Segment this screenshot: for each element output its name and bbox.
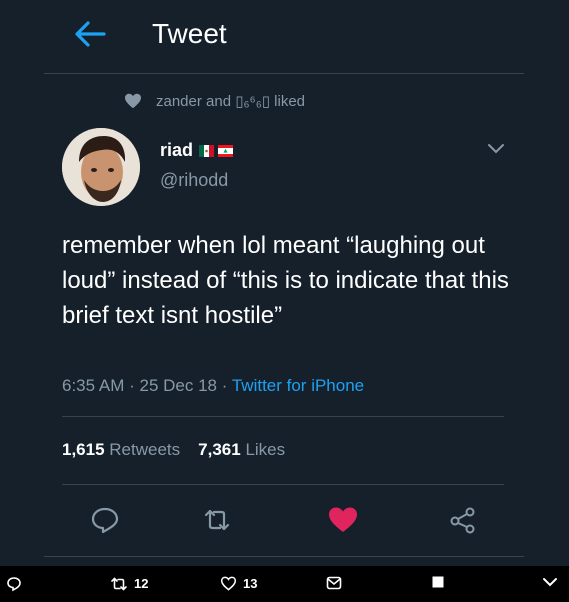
square-icon bbox=[432, 576, 444, 588]
tweet-text: remember when lol meant “laughing out lo… bbox=[62, 232, 509, 329]
bottom-retweet-button[interactable]: 12 bbox=[110, 576, 148, 591]
header: Tweet bbox=[0, 0, 569, 70]
share-icon[interactable] bbox=[448, 506, 478, 534]
reply-icon[interactable] bbox=[90, 506, 120, 534]
bottom-like-count: 13 bbox=[243, 576, 258, 591]
social-context: zander and ▯₆⁶₆▯ liked bbox=[124, 90, 305, 112]
avatar-image bbox=[62, 128, 140, 206]
stats-divider bbox=[62, 484, 504, 485]
heart-outline-icon bbox=[220, 576, 237, 591]
author-name: riad bbox=[160, 140, 194, 160]
likes-stat[interactable]: 7,361 Likes bbox=[198, 438, 285, 462]
lebanon-flag-icon bbox=[218, 144, 234, 157]
likes-count: 7,361 bbox=[198, 440, 241, 459]
meta-separator: · bbox=[129, 376, 135, 395]
tweet-source-link[interactable]: Twitter for iPhone bbox=[232, 376, 364, 395]
actions-divider bbox=[44, 556, 524, 557]
avatar[interactable] bbox=[62, 128, 140, 206]
reply-icon bbox=[7, 577, 21, 592]
retweets-label: Retweets bbox=[109, 440, 181, 459]
page-title: Tweet bbox=[152, 18, 227, 49]
header-divider bbox=[44, 73, 524, 74]
bottom-reply-button[interactable] bbox=[6, 576, 28, 592]
author-handle: @rihodd bbox=[160, 170, 229, 190]
retweets-count: 1,615 bbox=[62, 440, 105, 459]
author-name-row[interactable]: riad bbox=[160, 140, 237, 161]
tweet-date: 25 Dec 18 bbox=[139, 376, 218, 395]
tweet-stats: 1,615 Retweets 7,361 Likes bbox=[62, 438, 285, 462]
bottom-chevron-button[interactable] bbox=[542, 576, 564, 588]
chevron-down-icon bbox=[543, 578, 557, 587]
meta-separator: · bbox=[221, 376, 228, 395]
mexico-flag-icon bbox=[199, 144, 215, 157]
envelope-icon bbox=[326, 576, 342, 590]
back-arrow-icon[interactable] bbox=[72, 16, 108, 52]
meta-divider bbox=[62, 416, 504, 417]
social-context-text: zander and ▯₆⁶₆▯ liked bbox=[156, 93, 306, 110]
bottom-action-bar: 12 13 bbox=[0, 566, 569, 602]
retweet-icon[interactable] bbox=[202, 506, 232, 534]
like-filled-icon[interactable] bbox=[328, 506, 358, 534]
retweets-stat[interactable]: 1,615 Retweets bbox=[62, 438, 180, 462]
bottom-message-button[interactable] bbox=[326, 576, 348, 590]
retweet-icon bbox=[111, 576, 127, 591]
chevron-down-icon[interactable] bbox=[486, 142, 506, 156]
tweet-meta: 6:35 AM · 25 Dec 18 · Twitter for iPhone bbox=[62, 374, 364, 398]
bottom-retweet-count: 12 bbox=[134, 576, 149, 591]
bottom-square-button[interactable] bbox=[432, 576, 450, 588]
heart-icon bbox=[125, 93, 141, 109]
bottom-like-button[interactable]: 13 bbox=[220, 576, 257, 591]
tweet-time: 6:35 AM bbox=[62, 376, 125, 395]
likes-label: Likes bbox=[245, 440, 286, 459]
